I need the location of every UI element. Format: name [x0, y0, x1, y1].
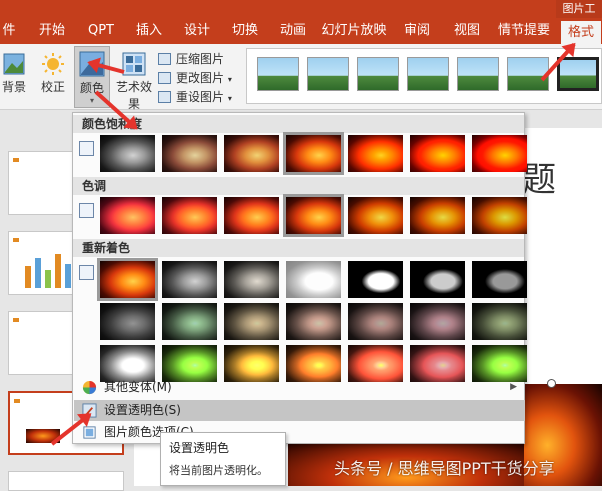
set-transparent-label: 设置透明色(S): [104, 403, 181, 417]
tab-home[interactable]: 开始: [30, 18, 74, 44]
recolor-dark-5[interactable]: [348, 303, 403, 340]
recolor-header: 重新着色: [73, 239, 524, 257]
recolor-grayscale[interactable]: [162, 261, 217, 298]
saturation-0[interactable]: [100, 135, 155, 172]
tab-review[interactable]: 审阅: [396, 18, 438, 44]
change-picture-icon: [158, 72, 171, 84]
color-dropdown-menu: 颜色饱和度 色调 重新着色 其他变体(M) ▶ 设置透明色(S) 图片颜色选项(…: [72, 112, 527, 444]
tone-11200k[interactable]: [472, 197, 527, 234]
change-picture-button[interactable]: 更改图片 ▾: [158, 69, 232, 87]
compress-label: 压缩图片: [176, 52, 225, 66]
compress-pictures-button[interactable]: 压缩图片: [158, 50, 224, 68]
recolor-dark-2[interactable]: [162, 303, 217, 340]
change-picture-arrow-icon: ▾: [227, 75, 232, 84]
submenu-arrow-icon: ▶: [510, 382, 517, 392]
tooltip-title: 设置透明色: [169, 441, 230, 455]
saturation-400[interactable]: [472, 135, 527, 172]
tab-view[interactable]: 视图: [446, 18, 488, 44]
tone-5300k[interactable]: [162, 197, 217, 234]
saturation-33[interactable]: [162, 135, 217, 172]
change-picture-label: 更改图片: [176, 71, 225, 85]
recolor-sepia[interactable]: [224, 261, 279, 298]
reset-picture-button[interactable]: 重设图片 ▾: [158, 88, 232, 106]
ribbon-tab-bar: 件 开始 QPT 插入 设计 切换 动画 幻灯片放映 审阅 视图 情节提要 格式: [0, 18, 602, 44]
picture-style-4[interactable]: [407, 57, 449, 91]
tone-7200k[interactable]: [348, 197, 403, 234]
corrections-label: 校正: [40, 80, 65, 94]
resize-handle-icon[interactable]: [547, 379, 556, 388]
compress-icon: [158, 53, 171, 65]
picture-style-6[interactable]: [507, 57, 549, 91]
remove-background-icon: [3, 53, 25, 75]
more-variations-label: 其他变体(M): [104, 380, 172, 394]
reset-picture-label: 重设图片: [176, 90, 225, 104]
corrections-sun-icon: [42, 53, 64, 75]
recolor-none[interactable]: [97, 258, 158, 301]
saturation-row-icon: [79, 141, 94, 156]
recolor-dark-1[interactable]: [100, 303, 155, 340]
set-transparent-color-menu-item[interactable]: 设置透明色(S): [74, 400, 525, 421]
picture-color-options-icon: [83, 426, 96, 439]
picture-style-7[interactable]: [557, 57, 599, 91]
tone-header: 色调: [73, 177, 524, 195]
recolor-dark-4[interactable]: [286, 303, 341, 340]
recolor-dark-6[interactable]: [410, 303, 465, 340]
reset-picture-icon: [158, 91, 171, 103]
tone-4700k[interactable]: [100, 197, 155, 234]
tab-design[interactable]: 设计: [176, 18, 218, 44]
corrections-button[interactable]: 校正: [36, 48, 70, 102]
watermark: 头条号 / 思维导图PPT干货分享: [334, 459, 555, 478]
recolor-dark-3[interactable]: [224, 303, 279, 340]
more-variations-menu-item[interactable]: 其他变体(M) ▶: [74, 377, 525, 398]
tone-row-icon: [79, 203, 94, 218]
recolor-bw-75[interactable]: [472, 261, 527, 298]
remove-background-button[interactable]: 背景: [0, 48, 28, 102]
artistic-effects-label: 艺术效果: [115, 80, 152, 111]
artistic-effects-button[interactable]: 艺术效果: [112, 48, 156, 111]
picture-styles-gallery: [246, 48, 602, 104]
picture-style-5[interactable]: [457, 57, 499, 91]
picture-color-options-menu-item[interactable]: 图片颜色选项(C)...: [74, 422, 525, 443]
tone-6500k[interactable]: [283, 194, 344, 237]
tab-qpt[interactable]: QPT: [80, 18, 122, 44]
tab-animations[interactable]: 动画: [272, 18, 314, 44]
tab-transitions[interactable]: 切换: [224, 18, 266, 44]
picture-style-1[interactable]: [257, 57, 299, 91]
title-strip: 图片工: [0, 0, 602, 18]
artistic-effects-icon: [122, 52, 146, 76]
slide-title[interactable]: 题: [522, 152, 556, 201]
tab-insert[interactable]: 插入: [128, 18, 170, 44]
saturation-100[interactable]: [283, 132, 344, 175]
picture-style-3[interactable]: [357, 57, 399, 91]
recolor-washout[interactable]: [286, 261, 341, 298]
tone-8800k[interactable]: [410, 197, 465, 234]
remove-background-label: 背景: [1, 80, 26, 94]
picture-style-2[interactable]: [307, 57, 349, 91]
recolor-dark-7[interactable]: [472, 303, 527, 340]
recolor-bw-25[interactable]: [348, 261, 403, 298]
tab-storyboard[interactable]: 情节提要: [494, 18, 554, 44]
picture-tools-label: 图片工: [556, 0, 602, 18]
saturation-200[interactable]: [348, 135, 403, 172]
color-wheel-icon: [82, 380, 97, 395]
saturation-66[interactable]: [224, 135, 279, 172]
tone-5900k[interactable]: [224, 197, 279, 234]
slide-thumbnail-5[interactable]: [8, 471, 124, 491]
tooltip-description: 将当前图片透明化。: [169, 464, 268, 477]
reset-picture-arrow-icon: ▾: [227, 94, 232, 103]
tab-slideshow[interactable]: 幻灯片放映: [318, 18, 390, 44]
saturation-300[interactable]: [410, 135, 465, 172]
tab-file[interactable]: 件: [0, 18, 18, 44]
set-transparent-tooltip: 设置透明色 将当前图片透明化。: [160, 432, 286, 486]
recolor-bw-50[interactable]: [410, 261, 465, 298]
recolor-row-icon: [79, 265, 94, 280]
